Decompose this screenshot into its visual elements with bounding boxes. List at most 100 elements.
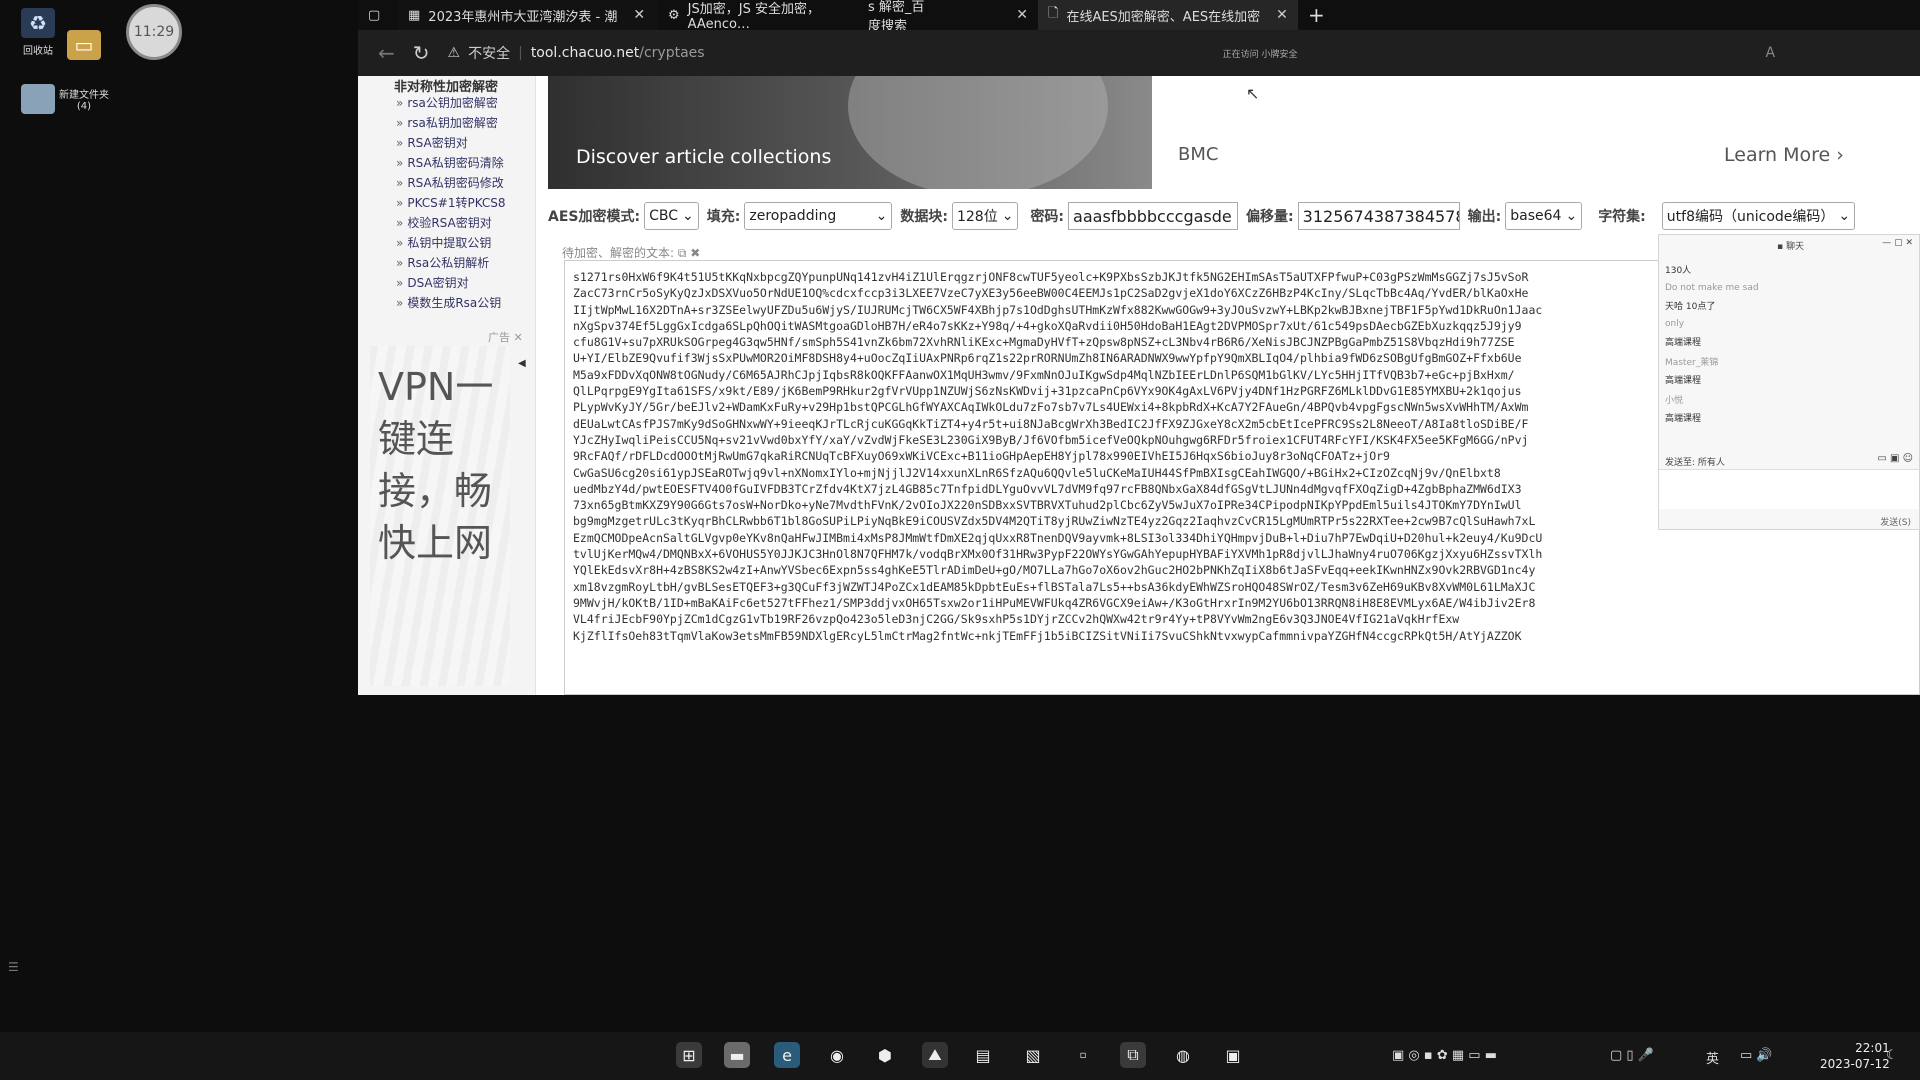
copy-icon[interactable]: ⧉ xyxy=(678,246,687,260)
url-text[interactable]: tool.chacuo.net/cryptaes xyxy=(531,45,705,61)
ime-indicator[interactable]: 英 xyxy=(1706,1048,1719,1067)
chevron-down-icon: ⌄ xyxy=(1838,208,1851,224)
close-icon[interactable]: ✕ xyxy=(514,331,523,344)
learn-more-link[interactable]: Learn More › xyxy=(1724,144,1844,166)
editor-icon[interactable]: ▧ xyxy=(1020,1042,1046,1068)
chat-input[interactable] xyxy=(1659,469,1919,509)
taskbar-clock[interactable]: 22:01 2023-07-12 xyxy=(1820,1040,1890,1072)
document-icon[interactable]: ▤ xyxy=(970,1042,996,1068)
tab-title: JS加密，JS 安全加密，AAenco… xyxy=(687,2,820,32)
chat-message: Master_莱锦 xyxy=(1665,358,1719,368)
banner-image xyxy=(848,76,1108,189)
notification-icon[interactable]: ☾ xyxy=(1886,1048,1898,1063)
close-icon[interactable]: ✕ xyxy=(1276,7,1288,23)
ciphertext-line: VL4friJEcbF90YpjZCm1dCgzG1vTb19RF26vzpQo… xyxy=(573,612,1460,627)
sidebar-item[interactable]: PKCS#1转PKCS8 xyxy=(396,194,505,211)
wechat-icon[interactable]: ▣ xyxy=(1220,1042,1246,1068)
reload-icon[interactable]: ↻ xyxy=(413,41,430,65)
mode-select[interactable]: CBC ⌄ xyxy=(644,202,699,230)
page-icon: 🗋 xyxy=(1048,6,1059,21)
recycle-bin-icon: ♻ xyxy=(21,8,55,38)
clock-widget[interactable]: 11:29 xyxy=(126,4,182,60)
folder-icon: ▭ xyxy=(67,30,101,60)
terminal-icon[interactable]: ▫ xyxy=(1070,1042,1096,1068)
vpn-ad[interactable]: VPN一键连接，畅快上网 xyxy=(378,361,528,569)
sidebar-item[interactable]: Rsa公私钥解析 xyxy=(396,254,489,271)
tab-tide[interactable]: ▦ 2023年惠州市大亚湾潮汐表 - 潮 ✕ xyxy=(398,0,658,30)
chat-message: 130人 xyxy=(1665,266,1692,276)
back-icon[interactable]: ← xyxy=(378,41,395,65)
collapse-icon[interactable]: ◀ xyxy=(518,358,526,369)
menu-icon[interactable]: ☰ xyxy=(8,960,19,974)
tab-actions-icon[interactable]: ▢ xyxy=(358,0,398,30)
tray-app-icons[interactable]: ▣ ◎ ▪ ✿ ▦ ▭ ▬ xyxy=(1392,1048,1497,1063)
ciphertext-line: xm18vzgmRoyLtbH/gvBLSesETQEF3+g3QCuFf3jW… xyxy=(573,579,1536,594)
block-select[interactable]: 128位 ⌄ xyxy=(951,202,1019,230)
sidebar-item[interactable]: RSA密钥对 xyxy=(396,134,467,151)
banner-text: Discover article collections xyxy=(576,146,832,168)
ad-banner[interactable]: Discover article collections xyxy=(548,76,1152,189)
file-explorer-icon[interactable]: ▬ xyxy=(724,1042,750,1068)
iv-input[interactable]: 3125674387384578 xyxy=(1297,202,1460,230)
address-bar: ← ↻ ⚠ 不安全 | tool.chacuo.net/cryptaes 正在访… xyxy=(358,30,1920,76)
sidebar-item[interactable]: RSA私钥密码清除 xyxy=(396,154,503,171)
key-label: 密码: xyxy=(1030,209,1065,225)
folder-desktop-icon[interactable] xyxy=(6,84,70,118)
photos-icon[interactable]: ⛰ xyxy=(922,1042,948,1068)
close-icon[interactable]: ✕ xyxy=(1016,7,1028,23)
browser-icon[interactable]: ◍ xyxy=(1170,1042,1196,1068)
close-icon[interactable]: ✕ xyxy=(633,7,645,23)
window-controls[interactable]: — ▢ ✕ xyxy=(1882,238,1913,248)
network-volume-icons[interactable]: ▭ 🔊 xyxy=(1740,1048,1773,1063)
start-icon[interactable]: ⊞ xyxy=(676,1042,702,1068)
mode-label: AES加密模式: xyxy=(548,209,641,225)
warning-icon: ⚠ xyxy=(447,45,461,61)
charset-select[interactable]: utf8编码（unicode编码） ⌄ xyxy=(1661,202,1856,230)
app-icon[interactable]: ⬢ xyxy=(872,1042,898,1068)
block-label: 数据块: xyxy=(900,209,948,225)
chrome-icon[interactable]: ◉ xyxy=(824,1042,850,1068)
ciphertext-line: 9MWvjH/kOKtB/1ID+mBaKAiFc6et527tFFhez1/S… xyxy=(573,595,1536,610)
sidebar-item[interactable]: 私钥中提取公钥 xyxy=(396,234,491,251)
sidebar-item[interactable]: 模数生成Rsa公钥 xyxy=(396,294,501,311)
chat-tools-icons[interactable]: ▭ ▣ ☺ xyxy=(1877,453,1913,464)
learn-more-label: Learn More xyxy=(1724,144,1831,166)
edge-browser-icon[interactable]: e xyxy=(774,1042,800,1068)
text-label-text: 待加密、解密的文本: xyxy=(562,246,675,260)
iv-label: 偏移量: xyxy=(1246,209,1294,225)
send-button[interactable]: 发送(S) xyxy=(1880,515,1911,528)
sidebar-item[interactable]: rsa私钥加密解密 xyxy=(396,114,498,131)
tab-title: s 解密_百度搜索 xyxy=(868,0,925,34)
window-switch-icon[interactable]: ⧉ xyxy=(1120,1042,1146,1068)
folder-icon xyxy=(21,84,55,114)
text-label: 待加密、解密的文本: ⧉ ✖ xyxy=(562,244,700,261)
ciphertext-line: YQlEkEdsvXr8H+4zBS8KS2w4zI+AnwYVSbec6Exp… xyxy=(573,563,1536,578)
tab-aes-tool[interactable]: 🗋 在线AES加密解密、AES在线加密 ✕ xyxy=(1038,0,1298,30)
sidebar-item[interactable]: DSA密钥对 xyxy=(396,274,468,291)
chevron-down-icon: ⌄ xyxy=(1565,208,1578,224)
send-target-select[interactable]: 所有人 xyxy=(1698,458,1725,468)
tab-baidu-search[interactable]: s 解密_百度搜索 ✕ xyxy=(858,0,1038,34)
clear-icon[interactable]: ✖ xyxy=(690,246,700,260)
block-value: 128位 xyxy=(956,209,998,225)
padding-select[interactable]: zeropadding ⌄ xyxy=(744,202,893,230)
desktop: ♻ 回收站 ▭ 新建文件夹 (4) 11:29 ▢ ▦ 2023年惠州市大亚湾潮… xyxy=(0,0,1920,1080)
send-to-label: 发送至: xyxy=(1665,458,1696,468)
aes-options-row: AES加密模式: CBC ⌄ 填充: zeropadding ⌄ 数据块: 128位… xyxy=(548,201,1920,231)
reader-icon[interactable]: A xyxy=(1765,45,1775,61)
security-label[interactable]: 不安全 xyxy=(468,43,510,63)
tab-js-encrypt[interactable]: ⚙ JS加密，JS 安全加密，AAenco… xyxy=(658,0,858,32)
sidebar-item[interactable]: 校验RSA密钥对 xyxy=(396,214,491,231)
new-tab-icon[interactable]: + xyxy=(1298,0,1335,30)
chevron-down-icon: ⌄ xyxy=(1001,208,1014,224)
sidebar-item[interactable]: RSA私钥密码修改 xyxy=(396,174,503,191)
chat-message: only xyxy=(1665,319,1685,329)
chevron-right-icon: › xyxy=(1836,144,1844,166)
chat-message: Do not make me sad xyxy=(1665,283,1759,293)
sidebar-item[interactable]: rsa公钥加密解密 xyxy=(396,94,498,111)
url-box[interactable]: ⚠ 不安全 | tool.chacuo.net/cryptaes xyxy=(448,43,705,63)
tray-system-icons[interactable]: ▢ ▯ 🎤 xyxy=(1610,1048,1654,1063)
key-input[interactable]: aaasfbbbbcccgasde xyxy=(1068,202,1239,230)
output-select[interactable]: base64 ⌄ xyxy=(1505,202,1583,230)
taskbar: ⊞ ▬ e ◉ ⬢ ⛰ ▤ ▧ ▫ ⧉ ◍ ▣ ▣ ◎ ▪ ✿ ▦ ▭ ▬ ▢ … xyxy=(0,1032,1920,1080)
